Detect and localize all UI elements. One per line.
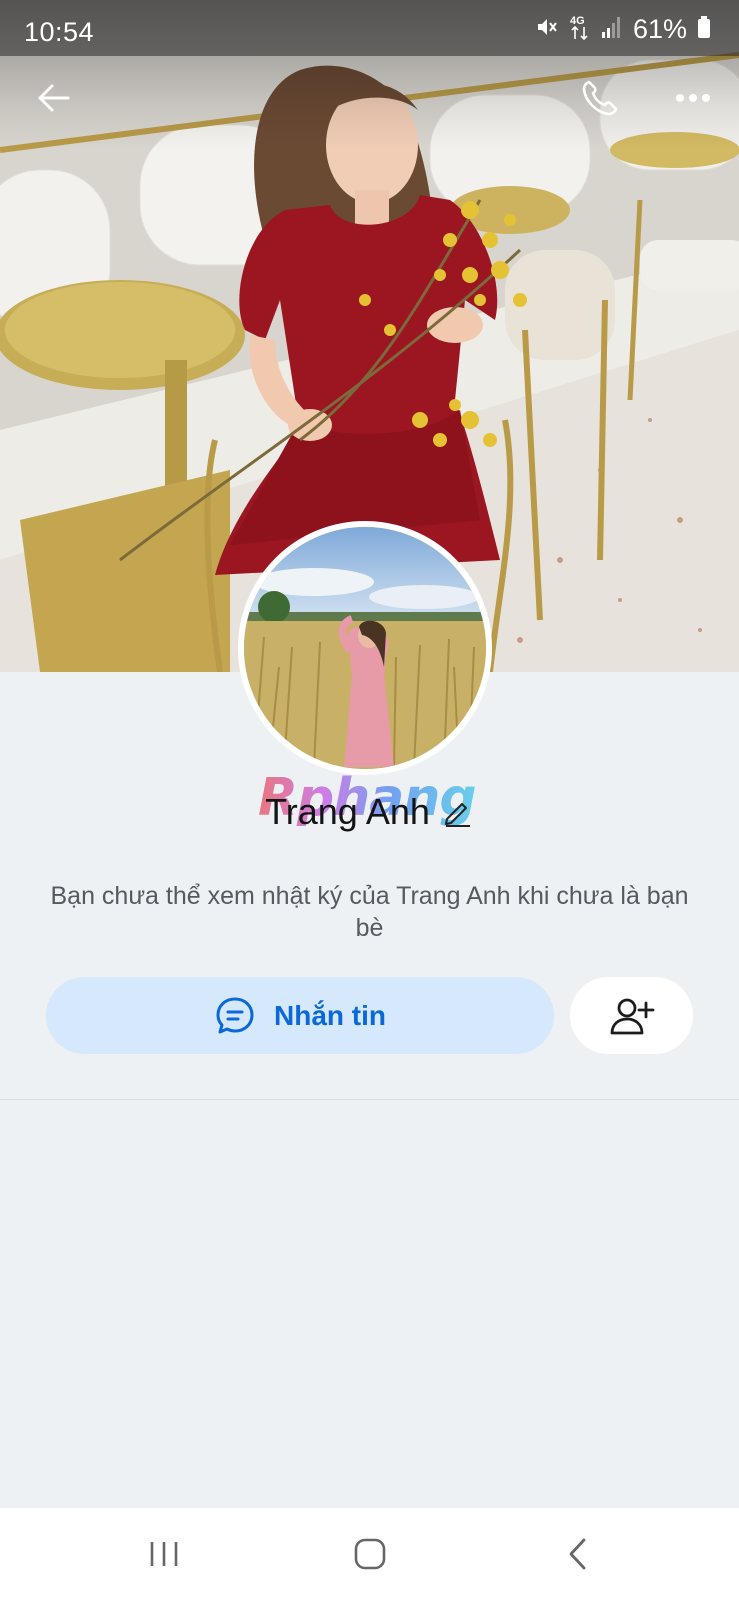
diary-restriction-message: Bạn chưa thể xem nhật ký của Trang Anh k… (50, 882, 689, 942)
back-button[interactable] (28, 72, 80, 124)
recents-button[interactable] (134, 1526, 194, 1582)
profile-name-row: Trang Anh (0, 784, 739, 840)
call-button[interactable] (574, 72, 626, 124)
edit-name-button[interactable] (440, 795, 474, 829)
add-friend-icon (610, 998, 654, 1034)
message-button-label: Nhắn tin (274, 999, 386, 1031)
system-back-button[interactable] (548, 1526, 608, 1582)
status-bar: 10:54 4G 61% (0, 0, 739, 56)
back-icon (569, 1538, 586, 1570)
add-friend-button[interactable] (570, 977, 693, 1054)
profile-avatar[interactable] (238, 521, 492, 775)
status-icons: 4G 61% (535, 14, 711, 44)
recents-icon (150, 1542, 178, 1566)
home-button[interactable] (340, 1526, 400, 1582)
4g-icon: 4G (569, 13, 591, 46)
profile-name: Trang Anh (265, 791, 430, 832)
signal-icon (601, 15, 623, 44)
home-icon (354, 1538, 386, 1570)
status-time: 10:54 (24, 17, 95, 47)
message-button[interactable]: Nhắn tin (46, 977, 554, 1054)
more-button[interactable] (667, 72, 719, 124)
svg-text:4G: 4G (570, 15, 585, 27)
chat-bubble-icon (216, 997, 254, 1033)
back-arrow-icon (38, 84, 70, 112)
phone-icon (582, 80, 618, 116)
system-nav-bar (0, 1508, 739, 1600)
avatar-photo (244, 527, 486, 769)
mute-icon (535, 15, 559, 44)
section-divider (0, 1099, 739, 1100)
battery-icon (697, 15, 711, 44)
more-icon (676, 94, 710, 102)
pencil-icon (444, 803, 470, 827)
battery-percent: 61% (632, 13, 687, 44)
